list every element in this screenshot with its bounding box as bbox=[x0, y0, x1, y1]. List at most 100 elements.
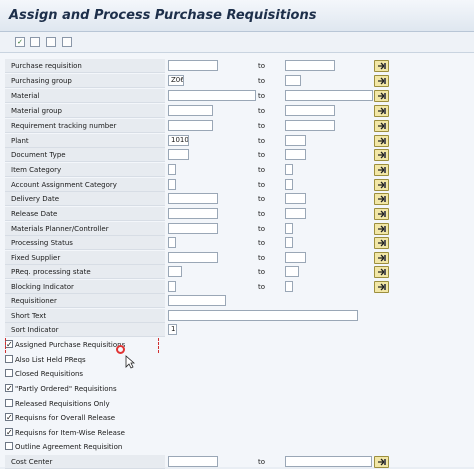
material-to-field[interactable] bbox=[285, 90, 373, 101]
closed-requisitions-checkbox-label: Closed Requisitions bbox=[15, 370, 84, 378]
preq-processing-state-multiple-selection-button[interactable] bbox=[374, 266, 389, 278]
material-group-from-field[interactable] bbox=[168, 105, 213, 116]
purchasing-group-from-field[interactable]: Z06 bbox=[168, 75, 184, 86]
document-type-multiple-selection-button[interactable] bbox=[374, 149, 389, 161]
account-assignment-category-to-label: to bbox=[258, 181, 266, 189]
materials-planner-controller-to-label: to bbox=[258, 225, 266, 233]
delivery-date-to-field[interactable] bbox=[285, 193, 306, 204]
material-from-field[interactable] bbox=[168, 90, 256, 101]
multiple-selection-arrow-icon bbox=[378, 122, 386, 130]
also-list-held-preqs-checkbox[interactable] bbox=[5, 355, 13, 363]
cost-center-multiple-selection-button[interactable] bbox=[374, 456, 389, 468]
purchase-requisition-label: Purchase requisition bbox=[5, 59, 165, 73]
requisns-for-overall-release-checkbox[interactable] bbox=[5, 411, 13, 425]
purchasing-group-to-field[interactable] bbox=[285, 75, 301, 86]
account-assignment-category-to-field[interactable] bbox=[285, 179, 293, 190]
item-category-to-field[interactable] bbox=[285, 164, 293, 175]
closed-requisitions-option[interactable]: Closed Requisitions bbox=[5, 367, 83, 381]
fixed-supplier-to-label: to bbox=[258, 254, 266, 262]
purchasing-group-multiple-selection-button[interactable] bbox=[374, 75, 389, 87]
material-group-multiple-selection-button[interactable] bbox=[374, 105, 389, 117]
preq-processing-state-to-field[interactable] bbox=[285, 266, 299, 277]
multiple-selection-arrow-icon bbox=[378, 458, 386, 466]
cost-center-from-field[interactable] bbox=[168, 456, 218, 467]
purchase-requisition-multiple-selection-button[interactable] bbox=[374, 60, 389, 72]
item-category-from-field[interactable] bbox=[168, 164, 176, 175]
delivery-date-multiple-selection-button[interactable] bbox=[374, 193, 389, 205]
multiple-selection-arrow-icon bbox=[378, 239, 386, 247]
fixed-supplier-from-field[interactable] bbox=[168, 252, 218, 263]
release-date-to-field[interactable] bbox=[285, 208, 306, 219]
multiple-selection-arrow-icon bbox=[378, 151, 386, 159]
purchasing-group-label: Purchasing group bbox=[5, 74, 165, 88]
short-text-label: Short Text bbox=[5, 309, 165, 323]
multiple-selection-arrow-icon bbox=[378, 195, 386, 203]
account-assignment-category-from-field[interactable] bbox=[168, 179, 176, 190]
materials-planner-controller-multiple-selection-button[interactable] bbox=[374, 223, 389, 235]
processing-status-to-field[interactable] bbox=[285, 237, 293, 248]
account-assignment-category-multiple-selection-button[interactable] bbox=[374, 179, 389, 191]
outline-agreement-requisition-checkbox[interactable] bbox=[5, 442, 13, 450]
purchase-requisition-to-field[interactable] bbox=[285, 60, 335, 71]
preq-processing-state-from-field[interactable] bbox=[168, 266, 182, 277]
cost-center-to-field[interactable] bbox=[285, 456, 372, 467]
release-date-multiple-selection-button[interactable] bbox=[374, 208, 389, 220]
delivery-date-from-field[interactable] bbox=[168, 193, 218, 204]
short-text-field[interactable] bbox=[168, 310, 358, 321]
sort-indicator-field[interactable]: 1 bbox=[168, 324, 177, 335]
execute-icon[interactable]: ✓ bbox=[15, 37, 25, 47]
partly-ordered-requisitions-option[interactable]: "Partly Ordered" Requisitions bbox=[5, 382, 117, 396]
document-type-from-field[interactable] bbox=[168, 149, 189, 160]
requirement-tracking-number-from-field[interactable] bbox=[168, 120, 213, 131]
item-category-to-label: to bbox=[258, 166, 266, 174]
plant-multiple-selection-button[interactable] bbox=[374, 135, 389, 147]
plant-to-label: to bbox=[258, 137, 266, 145]
processing-status-multiple-selection-button[interactable] bbox=[374, 237, 389, 249]
requirement-tracking-number-multiple-selection-button[interactable] bbox=[374, 120, 389, 132]
materials-planner-controller-label: Materials Planner/Controller bbox=[5, 222, 165, 236]
processing-status-from-field[interactable] bbox=[168, 237, 176, 248]
fixed-supplier-to-field[interactable] bbox=[285, 252, 306, 263]
plant-to-field[interactable] bbox=[285, 135, 306, 146]
material-multiple-selection-button[interactable] bbox=[374, 90, 389, 102]
requisns-for-overall-release-option[interactable]: Requisns for Overall Release bbox=[5, 411, 115, 425]
selection-icon[interactable] bbox=[62, 37, 72, 47]
requisns-for-item-wise-release-checkbox[interactable] bbox=[5, 426, 13, 440]
purchasing-group-to-label: to bbox=[258, 77, 266, 85]
materials-planner-controller-from-field[interactable] bbox=[168, 223, 218, 234]
material-group-label: Material group bbox=[5, 104, 165, 118]
outline-agreement-requisition-option[interactable]: Outline Agreement Requisition bbox=[5, 440, 122, 454]
requirement-tracking-number-to-field[interactable] bbox=[285, 120, 335, 131]
multiple-selection-arrow-icon bbox=[378, 181, 386, 189]
partly-ordered-requisitions-checkbox[interactable] bbox=[5, 382, 13, 396]
purchase-requisition-from-field[interactable] bbox=[168, 60, 218, 71]
released-requisitions-only-checkbox[interactable] bbox=[5, 399, 13, 407]
document-type-to-field[interactable] bbox=[285, 149, 306, 160]
also-list-held-preqs-option[interactable]: Also List Held PReqs bbox=[5, 353, 86, 367]
closed-requisitions-checkbox[interactable] bbox=[5, 369, 13, 377]
plant-from-field[interactable]: 1010 bbox=[168, 135, 189, 146]
release-date-from-field[interactable] bbox=[168, 208, 218, 219]
blocking-indicator-to-field[interactable] bbox=[285, 281, 293, 292]
released-requisitions-only-checkbox-label: Released Requisitions Only bbox=[15, 400, 110, 408]
material-label: Material bbox=[5, 89, 165, 103]
list-icon[interactable] bbox=[46, 37, 56, 47]
material-group-to-field[interactable] bbox=[285, 105, 335, 116]
delivery-date-to-label: to bbox=[258, 195, 266, 203]
item-category-multiple-selection-button[interactable] bbox=[374, 164, 389, 176]
requisitioner-field[interactable] bbox=[168, 295, 226, 306]
title-bar: Assign and Process Purchase Requisitions bbox=[0, 0, 474, 32]
purchase-requisition-to-label: to bbox=[258, 62, 266, 70]
fixed-supplier-multiple-selection-button[interactable] bbox=[374, 252, 389, 264]
release-date-to-label: to bbox=[258, 210, 266, 218]
requisns-for-item-wise-release-option[interactable]: Requisns for Item-Wise Release bbox=[5, 426, 125, 440]
mouse-pointer-icon bbox=[125, 355, 135, 369]
released-requisitions-only-option[interactable]: Released Requisitions Only bbox=[5, 397, 110, 411]
multiple-selection-arrow-icon bbox=[378, 254, 386, 262]
blocking-indicator-multiple-selection-button[interactable] bbox=[374, 281, 389, 293]
blocking-indicator-from-field[interactable] bbox=[168, 281, 176, 292]
blocking-indicator-to-label: to bbox=[258, 283, 266, 291]
materials-planner-controller-to-field[interactable] bbox=[285, 223, 293, 234]
copy-icon[interactable] bbox=[30, 37, 40, 47]
fixed-supplier-label: Fixed Supplier bbox=[5, 251, 165, 265]
